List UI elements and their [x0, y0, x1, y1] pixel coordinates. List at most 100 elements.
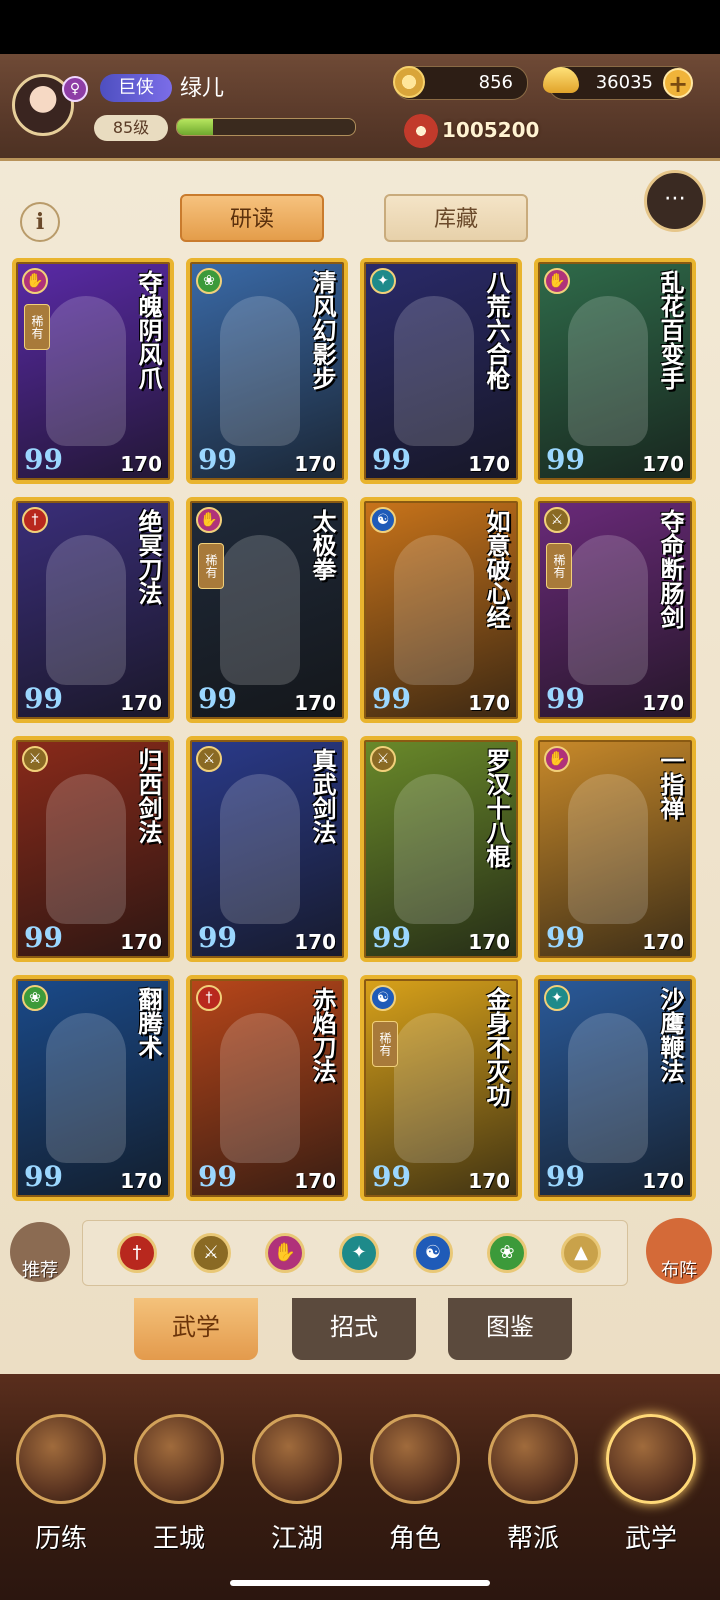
jianghu-icon: [252, 1414, 342, 1504]
skill-level: 170: [120, 1169, 162, 1193]
skill-card[interactable]: ✋ 一指禅 99 170: [534, 736, 696, 962]
character-art: [46, 296, 126, 446]
skill-level: 170: [120, 930, 162, 954]
palm-school-icon: ✋: [196, 507, 222, 533]
character-art: [220, 774, 300, 924]
subtab-codex[interactable]: 图鉴: [448, 1298, 572, 1360]
palm-school-icon: ✋: [22, 268, 48, 294]
skill-level: 170: [294, 930, 336, 954]
fan-icon[interactable]: ✦: [339, 1233, 379, 1273]
quote-icon: 99: [198, 921, 237, 954]
skill-card[interactable]: ☯ 如意破心经 99 170: [360, 497, 522, 723]
palm-school-icon: ✋: [544, 746, 570, 772]
skill-level: 170: [642, 452, 684, 476]
subtab-moves[interactable]: 招式: [292, 1298, 416, 1360]
power-icon: [404, 114, 438, 148]
skill-card[interactable]: ✦ 沙鹰鞭法 99 170: [534, 975, 696, 1201]
add-ingots-button[interactable]: +: [663, 68, 693, 98]
skill-name: 乱花百变手: [656, 270, 685, 390]
skill-card[interactable]: ⚔ 归西剑法 99 170: [12, 736, 174, 962]
coin-icon: [393, 66, 425, 98]
character-art: [46, 535, 126, 685]
sword-school-icon: ⚔: [196, 746, 222, 772]
tab-store[interactable]: 库藏: [384, 194, 528, 242]
ingot-value: 36035: [595, 72, 653, 93]
character-art: [46, 1013, 126, 1163]
skill-level: 170: [294, 452, 336, 476]
nav-martial-arts[interactable]: 武学: [600, 1414, 702, 1574]
skill-name: 罗汉十八棍: [482, 748, 511, 868]
nav-label: 武学: [624, 1524, 677, 1554]
nav-jianghu[interactable]: 江湖: [246, 1414, 348, 1574]
skill-card[interactable]: ⚔ 真武剑法 99 170: [186, 736, 348, 962]
palm-icon[interactable]: ✋: [265, 1233, 305, 1273]
recommend-button[interactable]: 推荐: [10, 1222, 70, 1282]
subtab-martial-arts[interactable]: 武学: [134, 1298, 258, 1360]
power-value: 1005200: [442, 118, 540, 142]
title-badge: 巨侠: [100, 74, 172, 102]
guild-icon: [488, 1414, 578, 1504]
skill-card[interactable]: ⚔ 罗汉十八棍 99 170: [360, 736, 522, 962]
nav-capital[interactable]: 王城: [128, 1414, 230, 1574]
skill-card[interactable]: ✦ 八荒六合枪 99 170: [360, 258, 522, 484]
palace-icon: [134, 1414, 224, 1504]
blade-school-icon: †: [196, 985, 222, 1011]
chat-icon[interactable]: ⋯: [644, 170, 706, 232]
skill-name: 金身不灭功: [482, 987, 511, 1107]
fan-school-icon: ✦: [370, 268, 396, 294]
sword-school-icon: ⚔: [22, 746, 48, 772]
exp-bar: [176, 118, 356, 136]
character-art: [568, 1013, 648, 1163]
skill-card[interactable]: ☯ 稀有 金身不灭功 99 170: [360, 975, 522, 1201]
skill-name: 太极拳: [308, 509, 337, 581]
wind-school-icon: ❀: [22, 985, 48, 1011]
quote-icon: 99: [372, 443, 411, 476]
nav-label: 历练: [34, 1524, 87, 1554]
player-name: 绿儿: [180, 76, 225, 101]
gold-ingot-icon: [543, 67, 579, 93]
player-header: ♀ 巨侠 绿儿 85级 856 36035 + 1005200: [0, 54, 720, 161]
info-button[interactable]: i: [20, 202, 60, 242]
skill-card[interactable]: ✋ 稀有 夺魄阴风爪 99 170: [12, 258, 174, 484]
home-indicator[interactable]: [230, 1580, 490, 1586]
character-art: [568, 535, 648, 685]
nav-character[interactable]: 角色: [364, 1414, 466, 1574]
skill-name: 赤焰刀法: [308, 987, 337, 1083]
tab-study[interactable]: 研读: [180, 194, 324, 242]
sword-icon[interactable]: ⚔: [191, 1233, 231, 1273]
formation-button[interactable]: 布阵: [646, 1218, 712, 1284]
skill-card[interactable]: ✋ 稀有 太极拳 99 170: [186, 497, 348, 723]
taiji-icon[interactable]: ☯: [413, 1233, 453, 1273]
skill-name: 一指禅: [656, 748, 685, 820]
nav-label: 角色: [388, 1524, 441, 1554]
fan-school-icon: ✦: [544, 985, 570, 1011]
quote-icon: 99: [546, 682, 585, 715]
skill-name: 沙鹰鞭法: [656, 987, 685, 1083]
nav-guild[interactable]: 帮派: [482, 1414, 584, 1574]
character-art: [568, 774, 648, 924]
skill-name: 夺魄阴风爪: [134, 270, 163, 390]
skill-name: 夺命断肠剑: [656, 509, 685, 629]
ingot-counter[interactable]: 36035 +: [543, 66, 693, 100]
taiji-school-icon: ☯: [370, 985, 396, 1011]
blade-school-icon: †: [22, 507, 48, 533]
character-art: [568, 296, 648, 446]
nav-training[interactable]: 历练: [10, 1414, 112, 1574]
character-art: [220, 296, 300, 446]
school-filter-bar: † ⚔ ✋ ✦ ☯ ❀ ▲: [82, 1220, 628, 1286]
quote-icon: 99: [372, 682, 411, 715]
skill-card[interactable]: ✋ 乱花百变手 99 170: [534, 258, 696, 484]
quote-icon: 99: [372, 921, 411, 954]
up-arrow-icon[interactable]: ▲: [561, 1233, 601, 1273]
coin-counter[interactable]: 856: [393, 66, 528, 100]
sword-school-icon: ⚔: [544, 507, 570, 533]
skill-card[interactable]: † 赤焰刀法 99 170: [186, 975, 348, 1201]
skill-card[interactable]: † 绝冥刀法 99 170: [12, 497, 174, 723]
skill-card[interactable]: ⚔ 稀有 夺命断肠剑 99 170: [534, 497, 696, 723]
wind-icon[interactable]: ❀: [487, 1233, 527, 1273]
blade-icon[interactable]: †: [117, 1233, 157, 1273]
skill-card[interactable]: ❀ 清风幻影步 99 170: [186, 258, 348, 484]
skill-card[interactable]: ❀ 翻腾术 99 170: [12, 975, 174, 1201]
quote-icon: 99: [198, 1160, 237, 1193]
quote-icon: 99: [546, 921, 585, 954]
